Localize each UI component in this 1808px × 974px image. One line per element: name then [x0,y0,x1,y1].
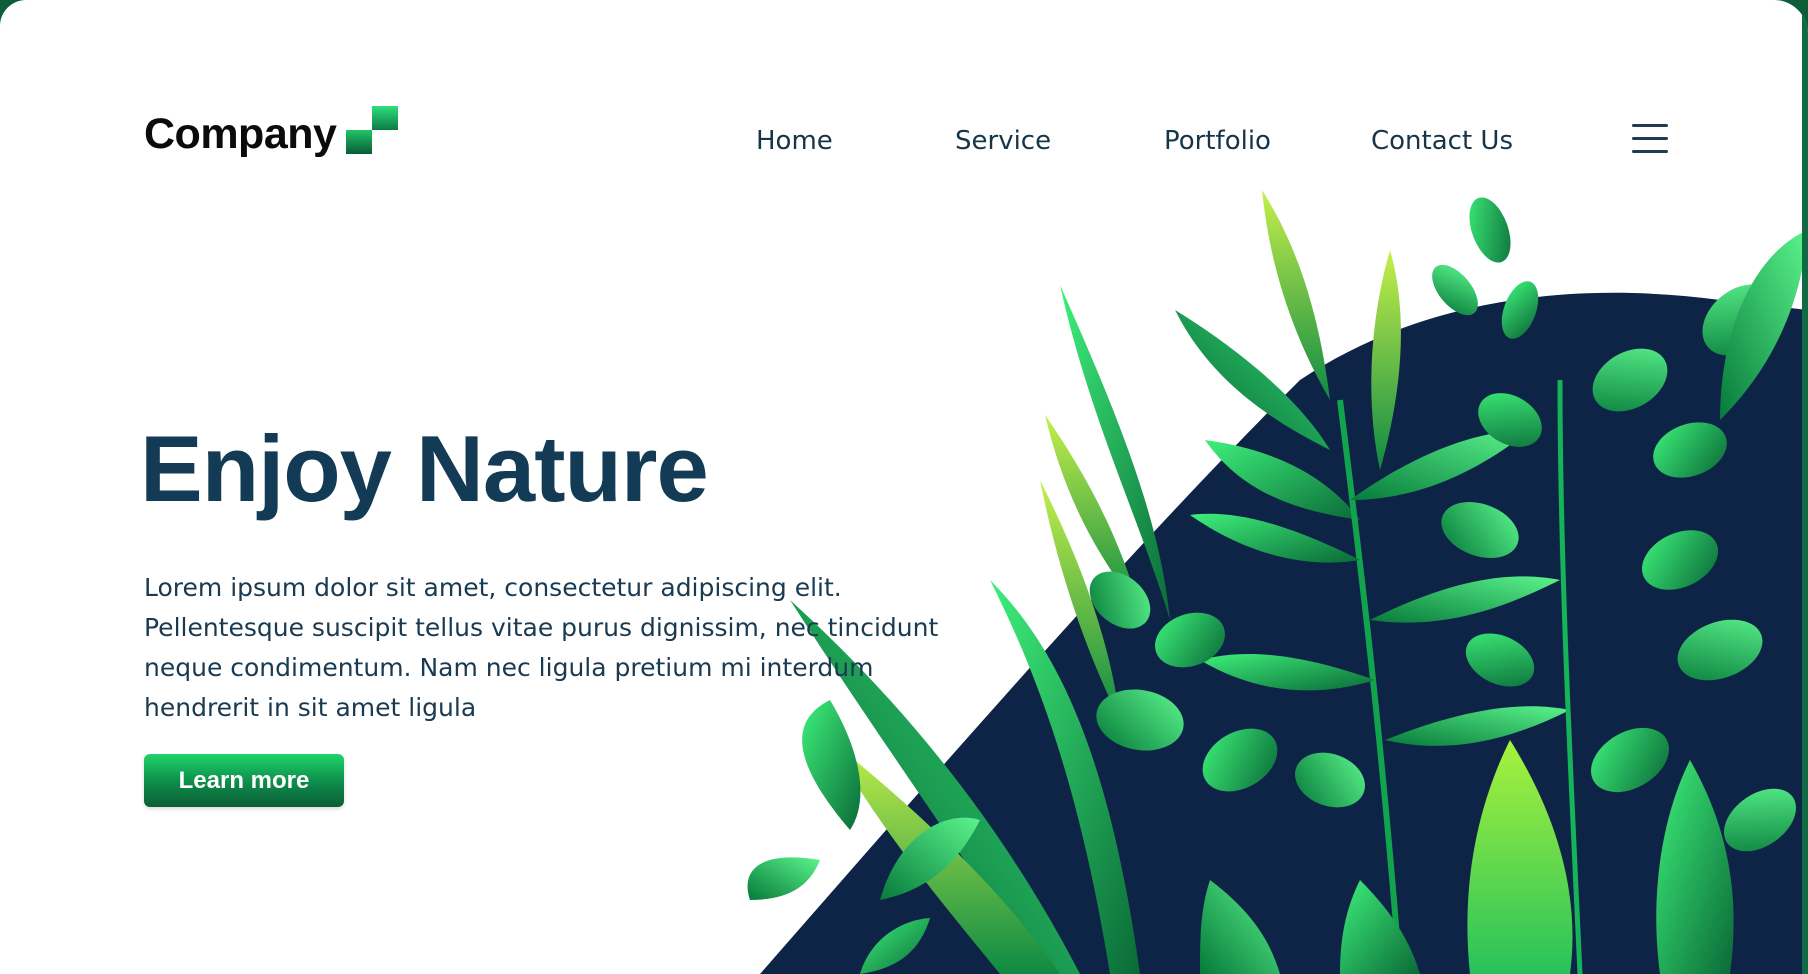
hero-description: Lorem ipsum dolor sit amet, consectetur … [144,573,939,722]
learn-more-button[interactable]: Learn more [144,754,344,807]
nav-portfolio[interactable]: Portfolio [1164,126,1271,156]
logo-squares-icon [346,96,399,154]
nav-home[interactable]: Home [756,126,833,156]
logo-square-bottom [346,130,373,154]
window-edge [1802,0,1808,974]
hamburger-menu-icon[interactable] [1632,124,1668,154]
logo-text: Company [144,110,337,158]
hero-title: Enjoy Nature [140,416,709,521]
landing-page: Company Home Service Portfolio Contact U… [0,0,1808,974]
nav-service[interactable]: Service [955,126,1051,156]
hamburger-line [1632,137,1668,140]
company-logo[interactable]: Company [144,96,399,158]
logo-square-top [372,106,399,130]
nav-contact-us[interactable]: Contact Us [1371,126,1513,156]
hamburger-line [1632,124,1668,127]
hamburger-line [1632,150,1668,153]
